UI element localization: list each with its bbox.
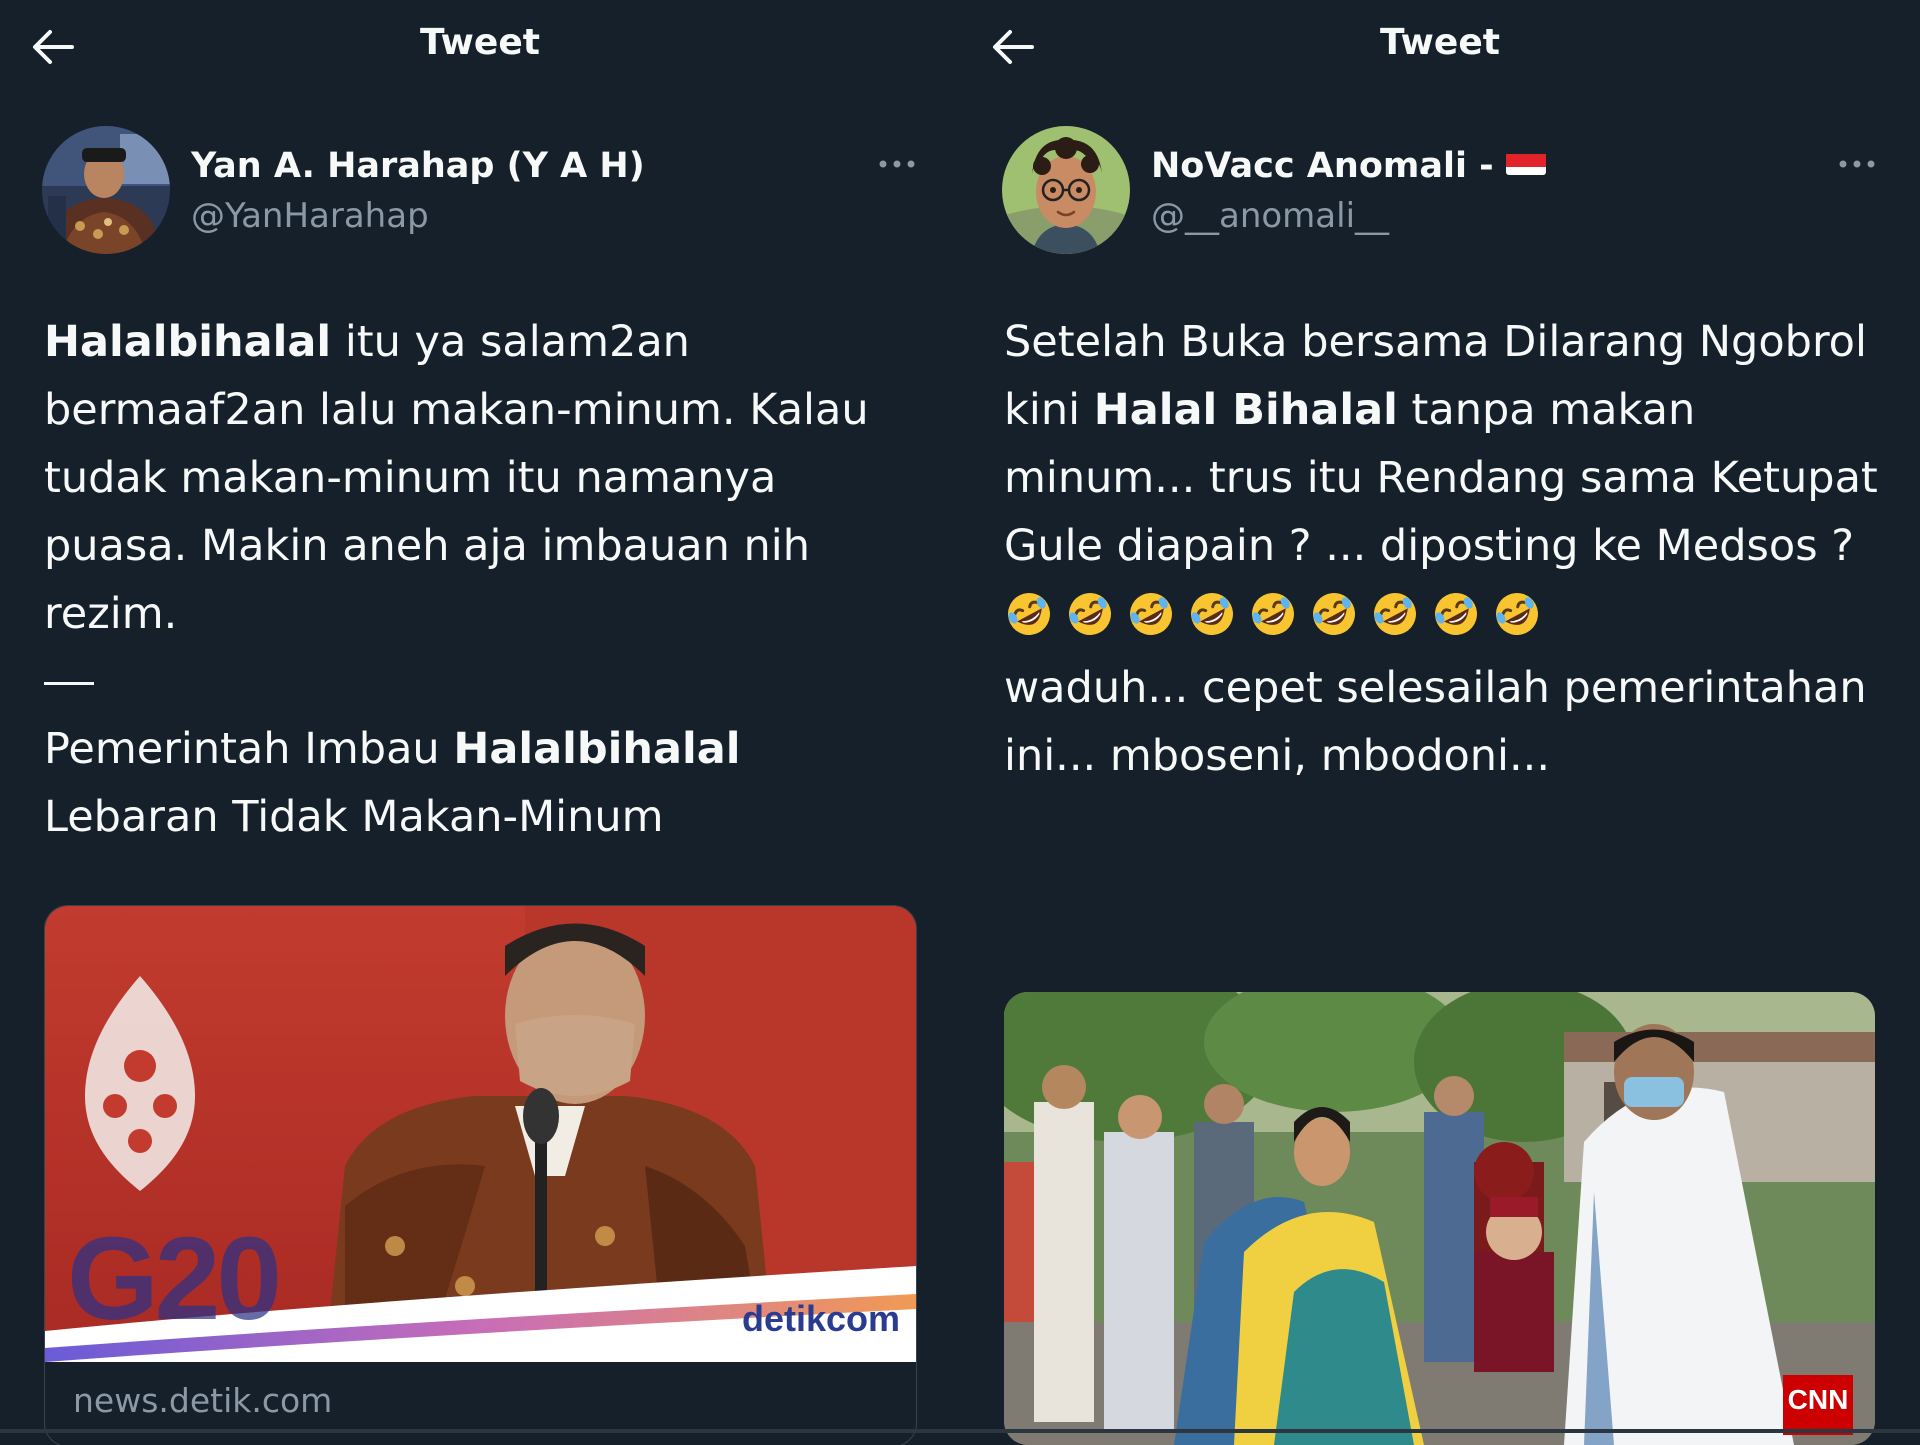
more-options-button[interactable]	[1832, 152, 1882, 176]
avatar[interactable]	[42, 126, 170, 254]
link-domain: news.detik.com	[73, 1381, 333, 1420]
rolling-on-the-floor-laughing-icon	[1248, 589, 1298, 639]
tweet-paragraph: waduh... cepet selesailah pemerintahan i…	[1004, 663, 1867, 781]
hashtag-text[interactable]: Halalbihalal	[44, 317, 331, 367]
rolling-on-the-floor-laughing-icon	[1004, 589, 1054, 639]
rolling-on-the-floor-laughing-icon	[1065, 589, 1115, 639]
display-name[interactable]: Yan A. Harahap (Y A H)	[191, 146, 645, 186]
detikcom-logo: detikcom	[741, 1298, 900, 1339]
bottom-divider	[0, 1429, 1920, 1433]
more-options-button[interactable]	[872, 152, 922, 176]
top-bar: Tweet	[0, 0, 960, 95]
link-preview-card[interactable]: G20 detikcom news.detik.com	[44, 905, 917, 1445]
rolling-on-the-floor-laughing-icon	[1370, 589, 1420, 639]
tweet-screen-left: Tweet Yan A. Harahap (Y A H) @YanHarahap	[0, 0, 960, 1445]
tweet-text: Setelah Buka bersama Dilarang Ngobrol ki…	[1004, 308, 1884, 790]
emoji-row	[1004, 580, 1884, 648]
linked-headline: Pemerintah Imbau Halalbihalal Lebaran Ti…	[44, 724, 741, 842]
more-horizontal-icon	[1839, 160, 1875, 168]
divider	[44, 682, 94, 685]
user-handle[interactable]: @__anomali__	[1151, 196, 1389, 236]
tweet-author: Yan A. Harahap (Y A H) @YanHarahap	[42, 126, 922, 256]
tweet-media-photo[interactable]: CNN	[1004, 992, 1875, 1445]
rolling-on-the-floor-laughing-icon	[1187, 589, 1237, 639]
page-title: Tweet	[420, 22, 540, 63]
top-bar: Tweet	[960, 0, 1920, 95]
rolling-on-the-floor-laughing-icon	[1492, 589, 1542, 639]
rolling-on-the-floor-laughing-icon	[1309, 589, 1359, 639]
hashtag-text[interactable]: Halal Bihalal	[1094, 385, 1398, 435]
tweet-author: NoVacc Anomali - @__anomali__	[1002, 126, 1882, 256]
rolling-on-the-floor-laughing-icon	[1126, 589, 1176, 639]
rolling-on-the-floor-laughing-icon	[1431, 589, 1481, 639]
tweet-paragraph: Setelah Buka bersama Dilarang Ngobrol ki…	[1004, 317, 1878, 571]
link-preview-image: G20 detikcom	[45, 906, 916, 1362]
more-horizontal-icon	[879, 160, 915, 168]
avatar[interactable]	[1002, 126, 1130, 254]
user-handle[interactable]: @YanHarahap	[191, 196, 429, 236]
display-name[interactable]: NoVacc Anomali -	[1151, 146, 1546, 186]
tweet-text: Halalbihalal itu ya salam2an bermaaf2an …	[44, 317, 869, 639]
page-title: Tweet	[1380, 22, 1500, 63]
tweet-screen-right: Tweet NoVacc Anomali - @__anomali__ Sete…	[960, 0, 1920, 1445]
g20-logo-text: G20	[67, 1213, 282, 1345]
cnn-watermark: CNN	[1783, 1375, 1853, 1435]
indonesia-flag-icon	[1505, 149, 1546, 175]
